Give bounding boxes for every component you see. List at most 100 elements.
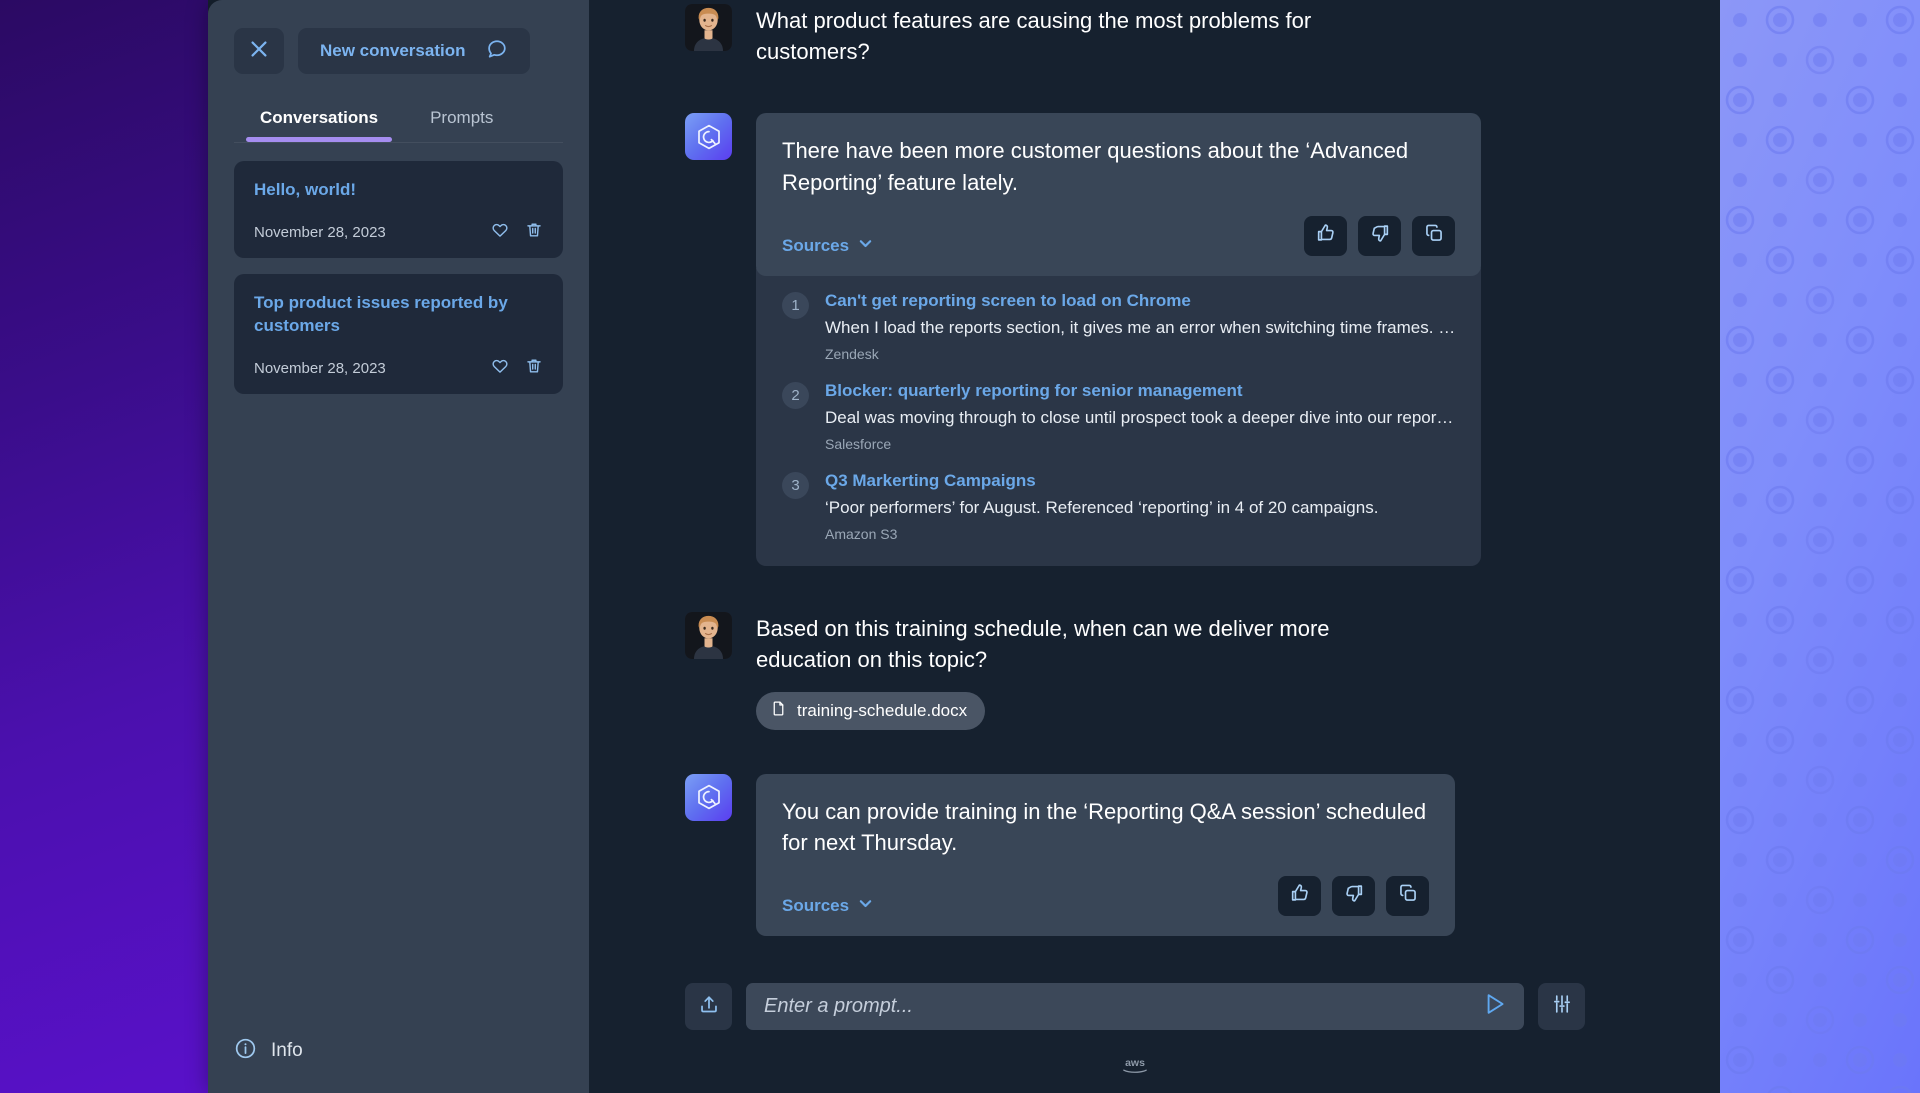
amazon-q-logo-icon xyxy=(685,774,732,821)
conversation-meta: November 28, 2023 xyxy=(254,221,543,244)
chat-thread: What product features are causing the mo… xyxy=(685,0,1455,936)
source-number: 3 xyxy=(782,472,809,499)
source-origin: Zendesk xyxy=(825,346,1455,362)
source-title-link[interactable]: Can't get reporting screen to load on Ch… xyxy=(825,290,1455,312)
copy-icon xyxy=(1397,882,1419,909)
feedback-button-group xyxy=(1304,216,1455,256)
right-decorative-panel xyxy=(1720,0,1920,1093)
source-list-item[interactable]: 1 Can't get reporting screen to load on … xyxy=(782,290,1455,362)
new-conversation-button[interactable]: New conversation xyxy=(298,28,530,74)
copy-icon xyxy=(1423,222,1445,249)
chat-main: What product features are causing the mo… xyxy=(589,0,1720,1093)
dot-pattern-graphic xyxy=(1720,0,1920,1093)
sources-panel: 1 Can't get reporting screen to load on … xyxy=(756,268,1481,566)
tab-conversations[interactable]: Conversations xyxy=(234,96,404,142)
conversation-date: November 28, 2023 xyxy=(254,360,386,377)
conversation-title: Hello, world! xyxy=(254,179,543,201)
trash-icon[interactable] xyxy=(525,357,543,380)
assistant-bubble: You can provide training in the ‘Reporti… xyxy=(756,774,1455,936)
chevron-down-icon xyxy=(858,896,873,916)
user-avatar-photo xyxy=(685,612,732,659)
settings-button[interactable] xyxy=(1538,983,1585,1030)
tab-prompts[interactable]: Prompts xyxy=(404,96,519,142)
attachment-name: training-schedule.docx xyxy=(797,701,967,721)
thumbs-down-icon xyxy=(1369,222,1391,249)
document-icon xyxy=(770,700,787,722)
sources-toggle-button[interactable]: Sources xyxy=(782,896,873,916)
aws-brand-logo: aws xyxy=(685,1056,1585,1081)
thumbs-down-button[interactable] xyxy=(1358,216,1401,256)
source-title-link[interactable]: Blocker: quarterly reporting for senior … xyxy=(825,380,1455,402)
source-body: Q3 Markerting Campaigns ‘Poor performers… xyxy=(825,470,1455,542)
upload-icon xyxy=(698,993,720,1020)
prompt-input-box[interactable] xyxy=(746,983,1524,1030)
svg-text:aws: aws xyxy=(1125,1057,1145,1069)
assistant-bubble-footer: Sources xyxy=(782,216,1455,256)
conversation-title: Top product issues reported by customers xyxy=(254,292,543,337)
source-number: 1 xyxy=(782,292,809,319)
user-avatar-photo xyxy=(685,4,732,51)
source-body: Blocker: quarterly reporting for senior … xyxy=(825,380,1455,452)
chat-message-user: What product features are causing the mo… xyxy=(685,4,1455,67)
sliders-icon xyxy=(1551,993,1573,1020)
source-list-item[interactable]: 3 Q3 Markerting Campaigns ‘Poor performe… xyxy=(782,470,1455,542)
tab-conversations-label: Conversations xyxy=(260,108,378,127)
thumbs-up-icon xyxy=(1289,882,1311,909)
assistant-bubble-wrap: There have been more customer questions … xyxy=(756,113,1481,566)
source-origin: Salesforce xyxy=(825,436,1455,452)
thumbs-up-icon xyxy=(1315,222,1337,249)
thumbs-up-button[interactable] xyxy=(1304,216,1347,256)
source-number: 2 xyxy=(782,382,809,409)
chat-message-text: Based on this training schedule, when ca… xyxy=(756,612,1416,675)
close-icon xyxy=(248,38,270,65)
conversation-date: November 28, 2023 xyxy=(254,224,386,241)
chat-message-body: Based on this training schedule, when ca… xyxy=(756,612,1416,729)
left-gradient-strip xyxy=(0,0,208,1093)
conversation-list-item[interactable]: Hello, world! November 28, 2023 xyxy=(234,161,563,258)
source-title-link[interactable]: Q3 Markerting Campaigns xyxy=(825,470,1455,492)
source-list-item[interactable]: 2 Blocker: quarterly reporting for senio… xyxy=(782,380,1455,452)
chevron-down-icon xyxy=(858,236,873,256)
trash-icon[interactable] xyxy=(525,221,543,244)
source-snippet: Deal was moving through to close until p… xyxy=(825,407,1455,430)
upload-file-button[interactable] xyxy=(685,983,732,1030)
source-body: Can't get reporting screen to load on Ch… xyxy=(825,290,1455,362)
sidebar-info-button[interactable]: Info xyxy=(208,1037,589,1093)
thumbs-down-button[interactable] xyxy=(1332,876,1375,916)
sidebar-header: New conversation xyxy=(208,0,589,74)
composer-area: aws xyxy=(589,983,1720,1093)
copy-button[interactable] xyxy=(1386,876,1429,916)
new-conversation-label: New conversation xyxy=(320,41,466,61)
thumbs-up-button[interactable] xyxy=(1278,876,1321,916)
sidebar-tabs: Conversations Prompts xyxy=(208,96,589,142)
send-button[interactable] xyxy=(1482,991,1508,1022)
assistant-bubble-wrap: You can provide training in the ‘Reporti… xyxy=(756,774,1455,936)
prompt-input[interactable] xyxy=(764,995,1472,1018)
copy-button[interactable] xyxy=(1412,216,1455,256)
source-snippet: ‘Poor performers’ for August. Referenced… xyxy=(825,497,1455,520)
attachment-chip[interactable]: training-schedule.docx xyxy=(756,692,985,730)
source-snippet: When I load the reports section, it give… xyxy=(825,317,1455,340)
chat-bubble-icon xyxy=(486,38,508,65)
sources-toggle-label: Sources xyxy=(782,896,849,916)
heart-icon[interactable] xyxy=(491,357,509,380)
info-circle-icon xyxy=(234,1037,257,1065)
send-icon xyxy=(1482,991,1508,1022)
conversation-list: Hello, world! November 28, 2023 xyxy=(208,143,589,1037)
conversation-actions xyxy=(491,357,543,380)
assistant-bubble: There have been more customer questions … xyxy=(756,113,1481,275)
conversation-meta: November 28, 2023 xyxy=(254,357,543,380)
sources-toggle-label: Sources xyxy=(782,236,849,256)
feedback-button-group xyxy=(1278,876,1429,916)
assistant-bubble-footer: Sources xyxy=(782,876,1429,916)
conversations-sidebar: New conversation Conversations Prompts H… xyxy=(208,0,589,1093)
chat-message-scroll[interactable]: What product features are causing the mo… xyxy=(589,0,1720,983)
conversation-list-item[interactable]: Top product issues reported by customers… xyxy=(234,274,563,394)
app-root: New conversation Conversations Prompts H… xyxy=(0,0,1920,1093)
close-panel-button[interactable] xyxy=(234,28,284,74)
chat-message-assistant: There have been more customer questions … xyxy=(685,113,1455,566)
sidebar-info-label: Info xyxy=(271,1040,303,1062)
heart-icon[interactable] xyxy=(491,221,509,244)
assistant-message-text: There have been more customer questions … xyxy=(782,135,1455,197)
sources-toggle-button[interactable]: Sources xyxy=(782,236,873,256)
